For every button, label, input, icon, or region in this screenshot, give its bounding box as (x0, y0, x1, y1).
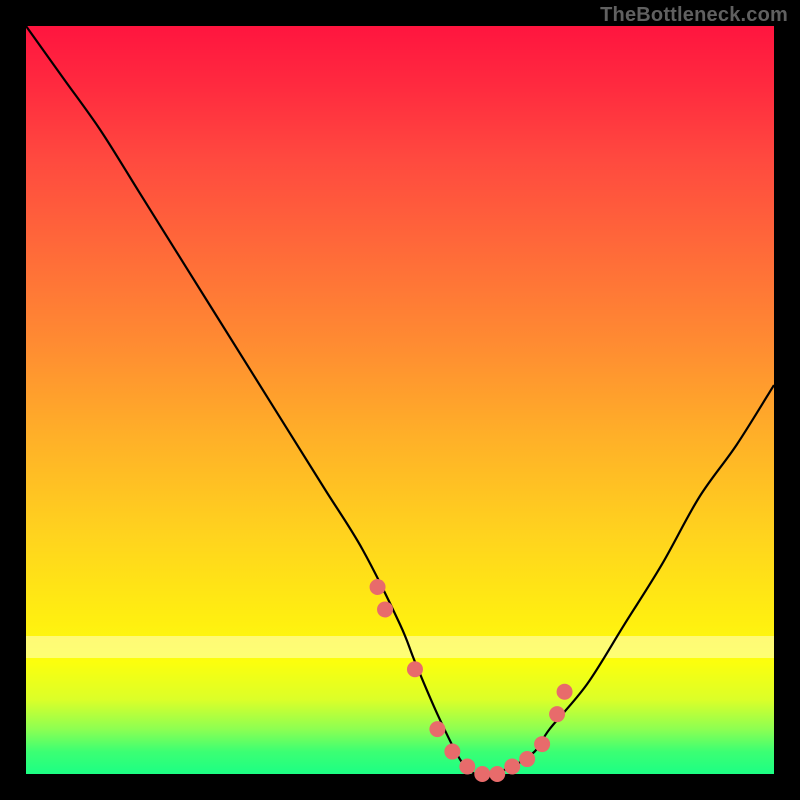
marker-dot (444, 744, 460, 760)
marker-dot (459, 759, 475, 775)
watermark-text: TheBottleneck.com (600, 4, 788, 27)
chart-svg (26, 26, 774, 774)
marker-dot (549, 706, 565, 722)
marker-dot (429, 721, 445, 737)
bottleneck-curve (26, 26, 774, 775)
marker-dot (534, 736, 550, 752)
marker-dot (370, 579, 386, 595)
marker-dot (474, 766, 490, 782)
marker-dot (489, 766, 505, 782)
marker-dot (519, 751, 535, 767)
marker-dot (557, 684, 573, 700)
chart-frame: TheBottleneck.com (0, 0, 800, 800)
highlighted-markers (370, 579, 573, 782)
marker-dot (407, 661, 423, 677)
marker-dot (377, 601, 393, 617)
marker-dot (504, 759, 520, 775)
